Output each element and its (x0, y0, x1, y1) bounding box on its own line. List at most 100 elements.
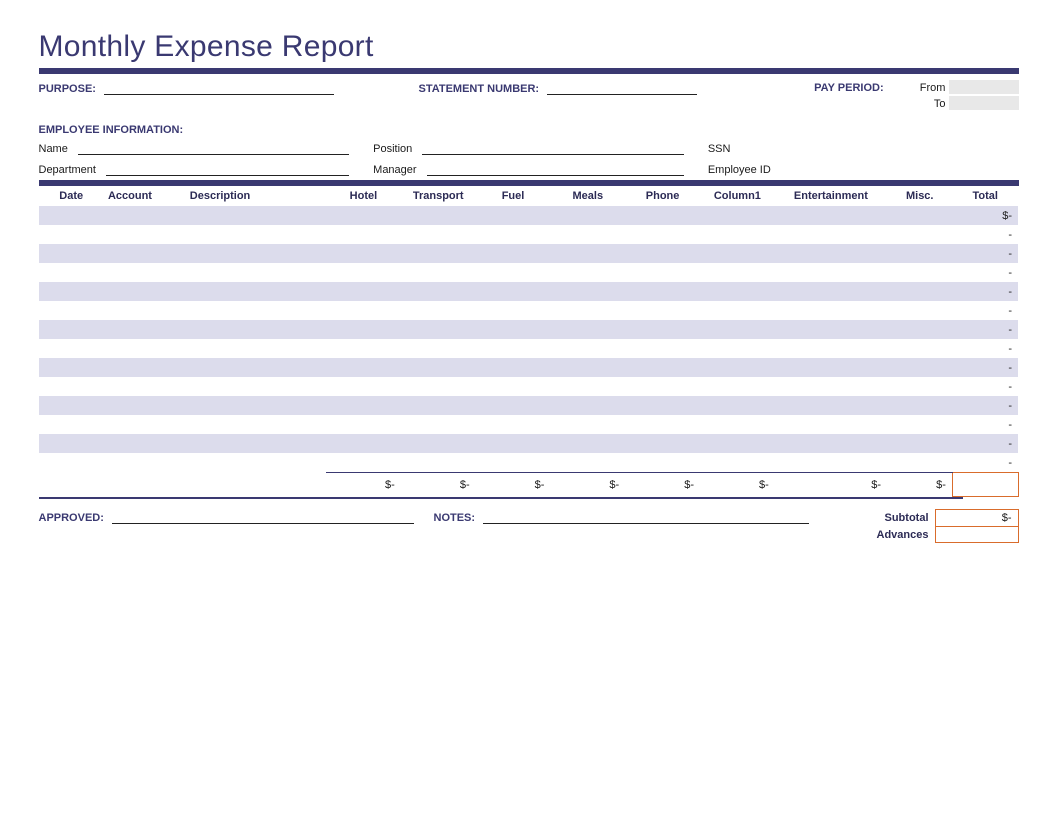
table-row[interactable]: - (39, 358, 1019, 377)
table-cell[interactable] (625, 377, 700, 396)
table-cell[interactable] (775, 263, 887, 282)
table-cell[interactable] (186, 358, 326, 377)
table-cell[interactable] (700, 263, 775, 282)
table-cell[interactable] (104, 244, 186, 263)
table-cell[interactable] (326, 453, 401, 473)
table-cell[interactable] (775, 320, 887, 339)
table-cell[interactable] (775, 282, 887, 301)
table-row[interactable]: - (39, 377, 1019, 396)
table-cell[interactable] (625, 282, 700, 301)
table-cell[interactable] (326, 396, 401, 415)
table-cell[interactable] (476, 244, 551, 263)
table-cell[interactable] (104, 206, 186, 225)
table-cell[interactable] (476, 206, 551, 225)
emp-name-input[interactable] (78, 140, 349, 155)
table-cell[interactable] (186, 339, 326, 358)
table-cell[interactable] (401, 244, 476, 263)
table-cell[interactable] (39, 434, 104, 453)
table-cell[interactable] (550, 282, 625, 301)
table-cell[interactable] (476, 320, 551, 339)
table-cell[interactable] (401, 396, 476, 415)
table-row[interactable]: - (39, 339, 1019, 358)
table-cell[interactable] (326, 244, 401, 263)
table-cell[interactable] (186, 377, 326, 396)
table-cell[interactable] (104, 358, 186, 377)
table-cell[interactable] (104, 301, 186, 320)
table-cell[interactable] (625, 320, 700, 339)
table-cell[interactable] (104, 225, 186, 244)
table-cell[interactable] (887, 434, 952, 453)
table-cell[interactable] (104, 320, 186, 339)
table-row[interactable]: - (39, 396, 1019, 415)
table-cell[interactable] (476, 263, 551, 282)
table-cell[interactable] (550, 453, 625, 473)
table-cell[interactable] (326, 225, 401, 244)
table-cell[interactable] (700, 377, 775, 396)
table-row[interactable]: - (39, 320, 1019, 339)
table-cell[interactable] (775, 244, 887, 263)
table-cell[interactable] (39, 396, 104, 415)
table-cell[interactable] (401, 434, 476, 453)
table-cell[interactable] (476, 282, 551, 301)
table-cell[interactable] (550, 320, 625, 339)
table-cell[interactable] (550, 358, 625, 377)
table-cell[interactable] (625, 263, 700, 282)
table-row[interactable]: - (39, 225, 1019, 244)
table-cell[interactable] (326, 263, 401, 282)
table-cell[interactable] (401, 377, 476, 396)
table-cell[interactable] (625, 301, 700, 320)
table-cell[interactable] (104, 415, 186, 434)
table-cell[interactable] (700, 453, 775, 473)
table-cell[interactable] (186, 320, 326, 339)
table-cell[interactable] (887, 301, 952, 320)
table-cell[interactable] (104, 263, 186, 282)
emp-manager-input[interactable] (427, 161, 684, 176)
table-cell[interactable] (775, 225, 887, 244)
table-cell[interactable] (700, 206, 775, 225)
table-row[interactable]: - (39, 453, 1019, 473)
table-cell[interactable] (401, 282, 476, 301)
table-cell[interactable] (104, 282, 186, 301)
table-cell[interactable] (887, 453, 952, 473)
table-cell[interactable] (887, 282, 952, 301)
table-cell[interactable] (186, 263, 326, 282)
table-cell[interactable] (887, 396, 952, 415)
table-cell[interactable] (775, 396, 887, 415)
table-cell[interactable] (186, 415, 326, 434)
table-cell[interactable] (476, 415, 551, 434)
table-row[interactable]: - (39, 301, 1019, 320)
table-cell[interactable] (550, 396, 625, 415)
table-cell[interactable] (887, 206, 952, 225)
table-cell[interactable] (186, 301, 326, 320)
table-cell[interactable] (887, 225, 952, 244)
table-cell[interactable] (700, 415, 775, 434)
table-cell[interactable] (39, 358, 104, 377)
table-cell[interactable] (326, 434, 401, 453)
table-cell[interactable] (104, 453, 186, 473)
table-cell[interactable] (401, 263, 476, 282)
table-cell[interactable] (401, 358, 476, 377)
table-cell[interactable] (186, 282, 326, 301)
table-cell[interactable] (625, 434, 700, 453)
table-cell[interactable] (550, 206, 625, 225)
table-cell[interactable] (326, 320, 401, 339)
table-cell[interactable] (39, 339, 104, 358)
table-cell[interactable] (104, 434, 186, 453)
table-cell[interactable] (476, 225, 551, 244)
table-cell[interactable] (550, 339, 625, 358)
table-cell[interactable] (476, 358, 551, 377)
table-cell[interactable] (39, 282, 104, 301)
table-cell[interactable] (326, 206, 401, 225)
table-row[interactable]: $- (39, 206, 1019, 225)
approved-input[interactable] (112, 509, 414, 524)
table-cell[interactable] (625, 396, 700, 415)
table-cell[interactable] (550, 263, 625, 282)
emp-position-input[interactable] (422, 140, 684, 155)
table-cell[interactable] (700, 225, 775, 244)
table-cell[interactable] (39, 206, 104, 225)
table-cell[interactable] (700, 282, 775, 301)
table-cell[interactable] (700, 244, 775, 263)
table-cell[interactable] (326, 301, 401, 320)
table-cell[interactable] (625, 453, 700, 473)
table-cell[interactable] (775, 301, 887, 320)
